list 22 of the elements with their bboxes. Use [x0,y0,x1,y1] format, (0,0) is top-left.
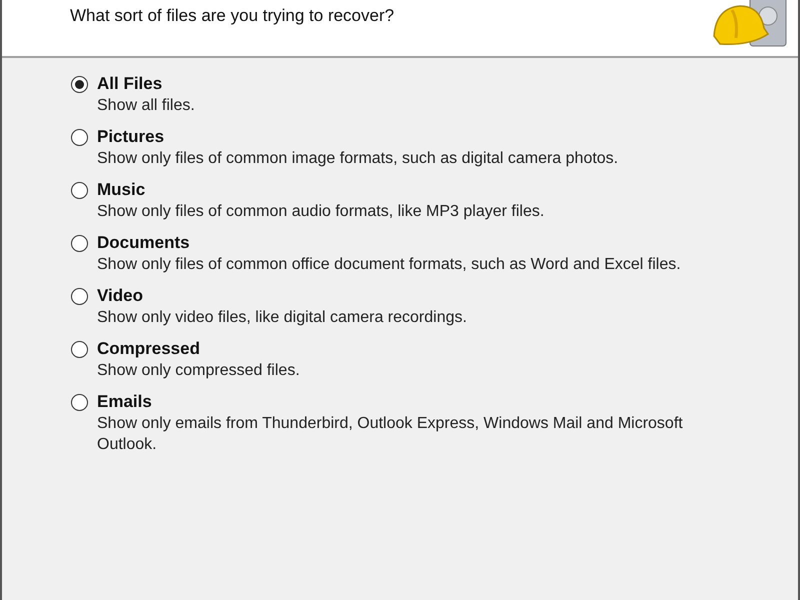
radio-button[interactable] [71,76,88,92]
radio-button[interactable] [71,340,88,358]
radio-button[interactable] [71,182,88,198]
option-description: Show all files. [97,96,196,116]
option-label: Compressed [97,339,201,359]
header-subtitle: What sort of files are you trying to recover? [70,6,394,26]
option-description: Show only files of common office document formats, such as Word and Excel files. [97,255,682,275]
option-label: Emails [97,392,153,412]
radio-button[interactable] [71,234,88,252]
radio-button[interactable] [71,394,88,410]
option-description: Show only files of common image formats, such as digital camera photos. [97,149,620,169]
option-description: Show only emails from Thunderbird, Outlook Express, Windows Mail and Microsoft Outlook. [97,414,684,455]
option-description: Show only files of common audio formats, like MP3 player files. [97,202,546,222]
option-label: Pictures [97,127,166,147]
option-label: Video [97,286,144,306]
option-label: All Files [97,74,164,94]
option-description: Show only compressed files. [97,361,301,381]
option-label: Documents [97,233,191,253]
radio-button[interactable] [71,288,88,304]
radio-button[interactable] [71,128,88,146]
option-description: Show only video files, like digital camera recordings. [97,308,468,328]
option-label: Music [97,180,146,200]
